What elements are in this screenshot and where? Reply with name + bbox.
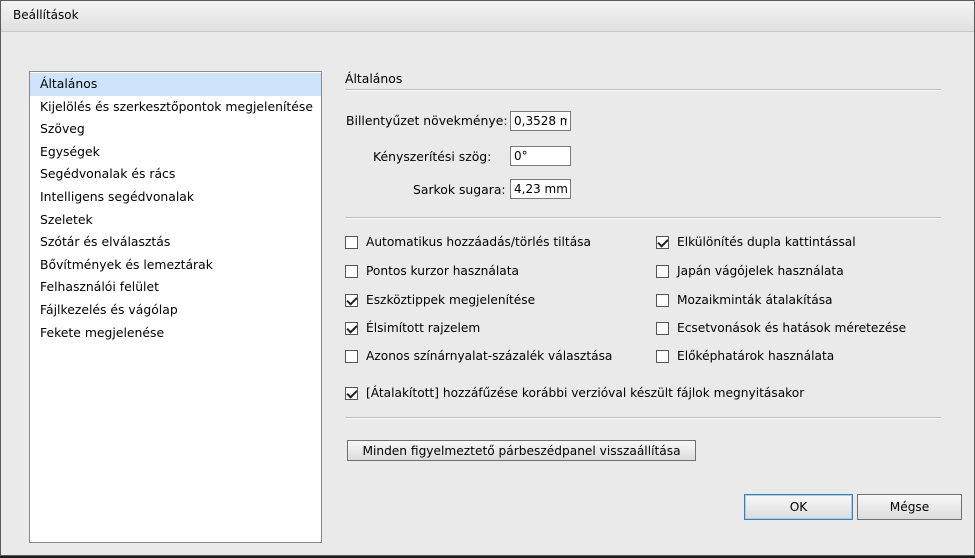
category-item[interactable]: Intelligens segédvonalak <box>30 186 321 209</box>
category-item[interactable]: Felhasználói felület <box>30 276 321 299</box>
constrain-angle-label: Kényszerítési szög: <box>373 149 492 164</box>
category-item[interactable]: Szöveg <box>30 118 321 141</box>
option-checkbox[interactable]: Élsimított rajzelem <box>345 321 480 335</box>
category-item[interactable]: Bővítmények és lemeztárak <box>30 254 321 277</box>
append-converted-label: [Átalakított] hozzáfűzése korábbi verzió… <box>366 386 805 400</box>
option-label: Japán vágójelek használata <box>677 264 844 278</box>
option-checkbox[interactable]: Japán vágójelek használata <box>656 264 844 278</box>
category-item[interactable]: Egységek <box>30 141 321 164</box>
category-item[interactable]: Fekete megjelenése <box>30 322 321 345</box>
checkbox-box[interactable] <box>345 349 358 363</box>
option-checkbox[interactable]: Előképhatárok használata <box>656 349 834 363</box>
options-divider-top <box>345 217 941 219</box>
checkbox-box[interactable] <box>656 321 669 335</box>
option-checkbox[interactable]: Eszköztippek megjelenítése <box>345 293 535 307</box>
ok-button[interactable]: OK <box>744 494 853 520</box>
option-label: Elkülönítés dupla kattintással <box>677 235 856 249</box>
title-bar[interactable]: Beállítások <box>1 1 974 32</box>
checkbox-box[interactable] <box>345 293 358 307</box>
category-item[interactable]: Általános <box>30 73 321 96</box>
option-checkbox[interactable]: Ecsetvonások és hatások méretezése <box>656 321 906 335</box>
checkbox-box[interactable] <box>345 264 358 278</box>
category-item[interactable]: Szeletek <box>30 209 321 232</box>
option-label: Azonos színárnyalat-százalék választása <box>366 349 613 363</box>
corner-radius-input[interactable] <box>510 179 571 199</box>
checkbox-box[interactable] <box>345 235 358 249</box>
option-checkbox[interactable]: Azonos színárnyalat-százalék választása <box>345 349 612 363</box>
window-title: Beállítások <box>13 8 79 22</box>
cancel-button[interactable]: Mégse <box>857 494 962 520</box>
checkbox-box[interactable] <box>656 264 669 278</box>
append-converted-checkbox[interactable]: [Átalakított] hozzáfűzése korábbi verzió… <box>345 386 804 400</box>
checkbox-box[interactable] <box>345 321 358 335</box>
checkbox-box[interactable] <box>656 349 669 363</box>
keyboard-increment-input[interactable] <box>510 111 571 131</box>
keyboard-increment-label: Billentyűzet növekménye: <box>346 113 508 128</box>
option-label: Ecsetvonások és hatások méretezése <box>677 321 907 335</box>
option-label: Pontos kurzor használata <box>366 264 519 278</box>
option-checkbox[interactable]: Elkülönítés dupla kattintással <box>656 235 856 249</box>
category-item[interactable]: Segédvonalak és rács <box>30 163 321 186</box>
option-label: Élsimított rajzelem <box>366 321 481 335</box>
category-item[interactable]: Szótár és elválasztás <box>30 231 321 254</box>
option-checkbox[interactable]: Automatikus hozzáadás/törlés tiltása <box>345 235 591 249</box>
checkbox-box[interactable] <box>656 293 669 307</box>
corner-radius-label: Sarkok sugara: <box>413 182 506 197</box>
option-label: Mozaikminták átalakítása <box>677 293 833 307</box>
section-divider <box>345 89 941 91</box>
constrain-angle-input[interactable] <box>510 146 571 166</box>
category-list[interactable]: Általános Kijelölés és szerkesztőpontok m… <box>29 71 322 543</box>
checkbox-box[interactable] <box>656 235 669 249</box>
option-label: Automatikus hozzáadás/törlés tiltása <box>366 235 591 249</box>
category-item[interactable]: Fájlkezelés és vágólap <box>30 299 321 322</box>
options-divider-bottom <box>345 417 941 419</box>
option-checkbox[interactable]: Mozaikminták átalakítása <box>656 293 833 307</box>
preferences-dialog: Beállítások Általános Kijelölés és szerke… <box>0 0 975 556</box>
option-checkbox[interactable]: Pontos kurzor használata <box>345 264 519 278</box>
option-label: Eszköztippek megjelenítése <box>366 293 536 307</box>
section-title: Általános <box>345 71 403 86</box>
checkbox-box[interactable] <box>345 386 358 400</box>
reset-warning-dialogs-button[interactable]: Minden figyelmeztető párbeszédpanel viss… <box>347 440 696 461</box>
category-item[interactable]: Kijelölés és szerkesztőpontok megjelenít… <box>30 96 321 119</box>
option-label: Előképhatárok használata <box>677 349 835 363</box>
